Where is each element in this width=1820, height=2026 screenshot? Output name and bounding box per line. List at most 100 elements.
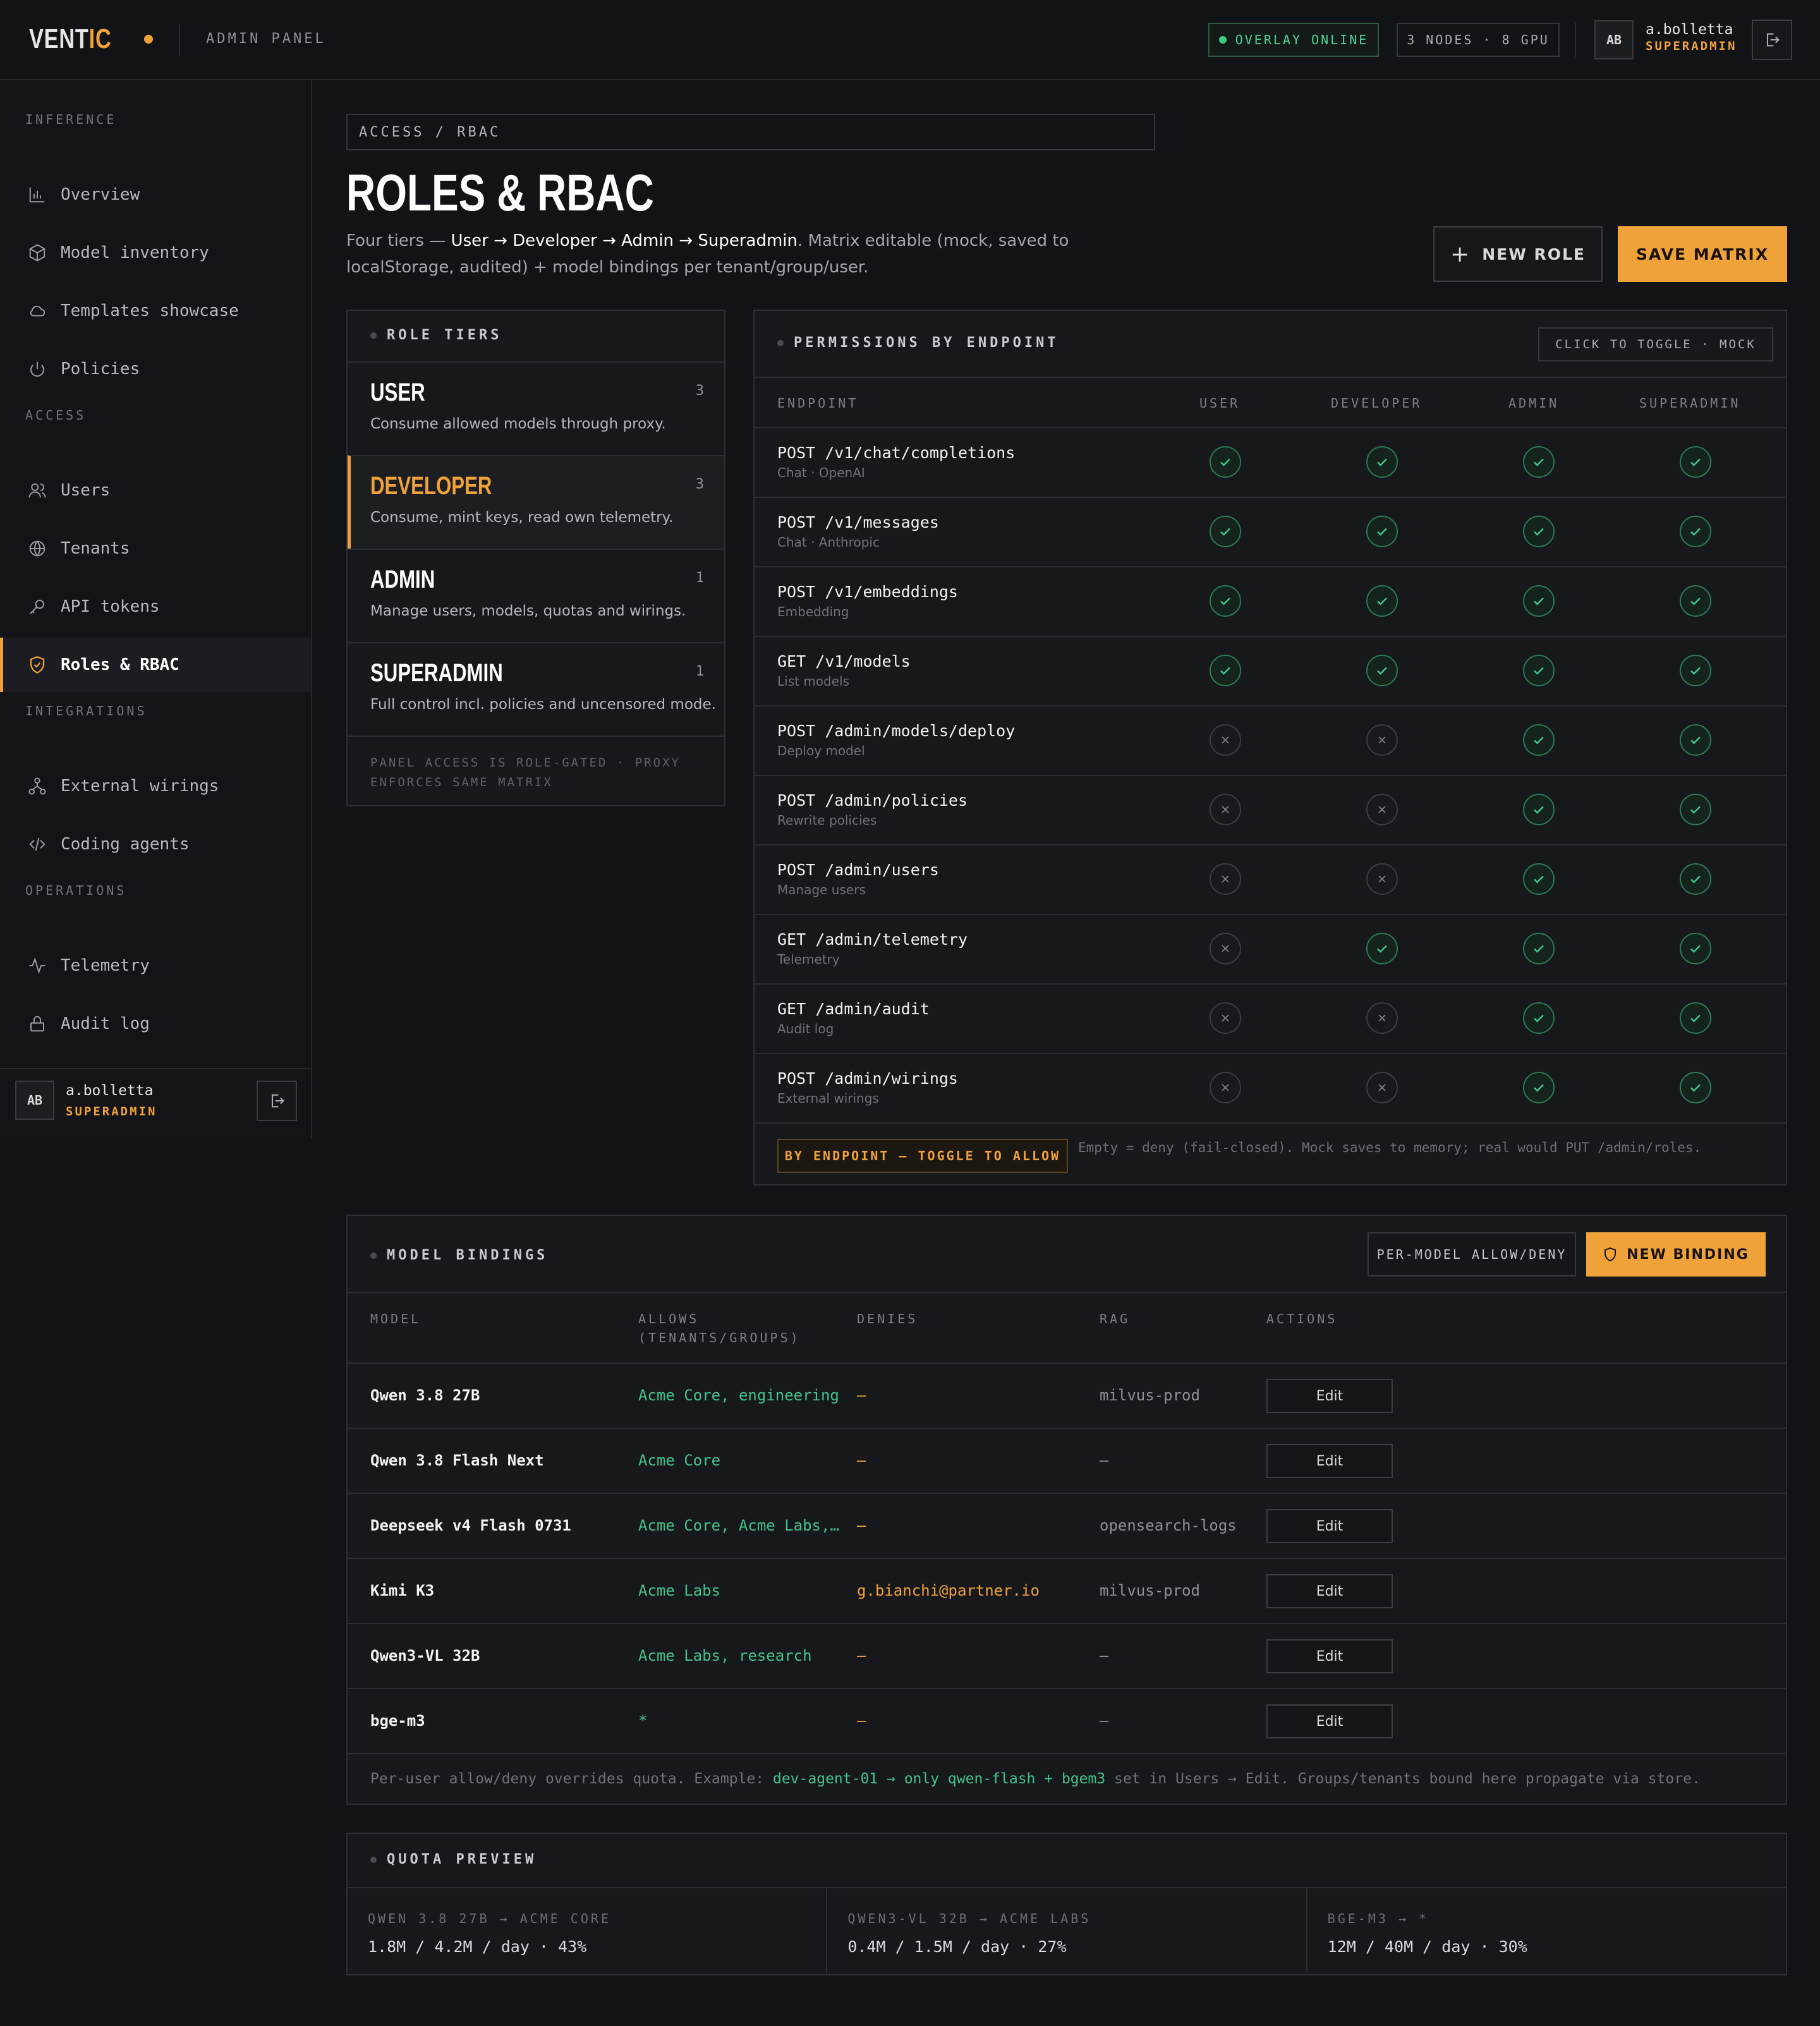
sidebar-item-model-inventory[interactable]: Model inventory: [0, 226, 311, 280]
quota-card: QWEN3-VL 32B → ACME LABS 0.4M / 1.5M / d…: [827, 1888, 1307, 1974]
save-matrix-button[interactable]: SAVE MATRIX: [1618, 226, 1787, 282]
sidebar-item-users[interactable]: Users: [0, 463, 311, 518]
page-description: Four tiers — User → Developer → Admin → …: [346, 231, 1069, 277]
new-role-button[interactable]: + NEW ROLE: [1433, 226, 1603, 282]
logout-icon: [1766, 33, 1780, 47]
tier-developer[interactable]: DEVELOPER 3 Consume, mint keys, read own…: [348, 455, 724, 549]
allow-toggle-check-icon[interactable]: [1210, 446, 1241, 478]
tier-count: 3: [695, 476, 704, 492]
allows-cell: Acme Core, Acme Labs, r…: [638, 1517, 840, 1534]
permission-row: POST /v1/chat/completions Chat · OpenAI: [755, 427, 1786, 497]
allow-toggle-check-icon[interactable]: [1680, 794, 1711, 825]
tier-user[interactable]: USER 3 Consume allowed models through pr…: [348, 361, 724, 455]
deny-toggle-x-icon[interactable]: [1366, 794, 1398, 825]
allow-toggle-check-icon[interactable]: [1523, 794, 1555, 825]
allow-toggle-check-icon[interactable]: [1523, 516, 1555, 547]
quota-value: 12M / 40M / day · 30%: [1327, 1938, 1527, 1956]
deny-toggle-x-icon[interactable]: [1366, 724, 1398, 756]
deny-toggle-x-icon[interactable]: [1366, 1002, 1398, 1034]
quota-label: BGE-M3 → *: [1327, 1911, 1429, 1926]
per-model-toggle[interactable]: PER-MODEL ALLOW/DENY: [1368, 1232, 1576, 1277]
permissions-footer: BY ENDPOINT — TOGGLE TO ALLOW Empty = de…: [755, 1122, 1786, 1184]
allow-toggle-check-icon[interactable]: [1680, 1072, 1711, 1103]
logout-button[interactable]: [257, 1081, 297, 1121]
sidebar-item-label: Policies: [61, 360, 140, 379]
column-header: MODEL: [370, 1311, 422, 1326]
sidebar-item-api-tokens[interactable]: API tokens: [0, 579, 311, 634]
logout-button[interactable]: [1752, 20, 1792, 60]
allow-toggle-check-icon[interactable]: [1680, 585, 1711, 617]
allow-toggle-check-icon[interactable]: [1523, 863, 1555, 895]
edit-button[interactable]: Edit: [1266, 1704, 1393, 1738]
allow-toggle-check-icon[interactable]: [1366, 933, 1398, 964]
sidebar-item-coding-agents[interactable]: Coding agents: [0, 817, 311, 871]
allow-toggle-check-icon[interactable]: [1210, 655, 1241, 686]
edit-button[interactable]: Edit: [1266, 1444, 1393, 1478]
allow-toggle-check-icon[interactable]: [1210, 516, 1241, 547]
allow-toggle-check-icon[interactable]: [1523, 446, 1555, 478]
deny-toggle-x-icon[interactable]: [1210, 933, 1241, 964]
endpoint-description: Audit log: [777, 1021, 834, 1036]
sidebar-item-policies[interactable]: Policies: [0, 342, 311, 396]
allow-toggle-check-icon[interactable]: [1523, 933, 1555, 964]
new-binding-label: NEW BINDING: [1627, 1246, 1749, 1263]
allow-toggle-check-icon[interactable]: [1680, 933, 1711, 964]
deny-toggle-x-icon[interactable]: [1210, 794, 1241, 825]
tier-admin[interactable]: ADMIN 1 Manage users, models, quotas and…: [348, 549, 724, 642]
allow-toggle-check-icon[interactable]: [1523, 585, 1555, 617]
edit-button[interactable]: Edit: [1266, 1574, 1393, 1608]
overlay-status-text: OVERLAY ONLINE: [1235, 32, 1369, 47]
avatar[interactable]: AB: [15, 1081, 54, 1120]
deny-toggle-x-icon[interactable]: [1366, 1072, 1398, 1103]
nodes-badge: 3 NODES · 8 GPU: [1397, 23, 1560, 57]
allow-toggle-check-icon[interactable]: [1366, 585, 1398, 617]
allow-toggle-check-icon[interactable]: [1366, 446, 1398, 478]
sidebar-item-audit-log[interactable]: Audit log: [0, 997, 311, 1051]
deny-toggle-x-icon[interactable]: [1210, 1002, 1241, 1034]
allow-toggle-check-icon[interactable]: [1210, 585, 1241, 617]
allow-toggle-check-icon[interactable]: [1366, 655, 1398, 686]
sidebar-item-telemetry[interactable]: Telemetry: [0, 938, 311, 993]
edit-button[interactable]: Edit: [1266, 1509, 1393, 1543]
tier-superadmin[interactable]: SUPERADMIN 1 Full control incl. policies…: [348, 642, 724, 736]
allow-toggle-check-icon[interactable]: [1680, 1002, 1711, 1034]
sidebar-item-overview[interactable]: Overview: [0, 167, 311, 222]
tier-name: SUPERADMIN: [370, 659, 503, 687]
deny-toggle-x-icon[interactable]: [1210, 724, 1241, 756]
avatar[interactable]: AB: [1594, 20, 1634, 59]
allow-toggle-check-icon[interactable]: [1680, 863, 1711, 895]
user-name: a.bolletta: [1646, 21, 1733, 38]
denies-cell: g.bianchi@partner.io: [857, 1582, 1040, 1599]
allow-toggle-check-icon[interactable]: [1680, 446, 1711, 478]
panel-title: PERMISSIONS BY ENDPOINT: [777, 335, 1059, 351]
allow-toggle-check-icon[interactable]: [1680, 516, 1711, 547]
sidebar-item-tenants[interactable]: Tenants: [0, 521, 311, 576]
users-icon: [28, 483, 46, 498]
edit-button[interactable]: Edit: [1266, 1639, 1393, 1673]
allow-toggle-check-icon[interactable]: [1680, 655, 1711, 686]
tier-description: Manage users, models, quotas and wirings…: [370, 603, 686, 619]
allow-toggle-check-icon[interactable]: [1523, 724, 1555, 756]
quota-grid: QWEN 3.8 27B → ACME CORE 1.8M / 4.2M / d…: [348, 1887, 1786, 1974]
edit-button[interactable]: Edit: [1266, 1379, 1393, 1413]
lock-icon: [30, 1016, 44, 1032]
sidebar-item-label: Tenants: [61, 539, 130, 558]
bullet-icon: [777, 339, 784, 346]
sidebar-section-integrations: INTEGRATIONS: [25, 703, 147, 719]
network-icon: [28, 777, 46, 795]
allow-toggle-check-icon[interactable]: [1523, 1072, 1555, 1103]
breadcrumb[interactable]: ACCESS / RBAC: [346, 114, 1155, 150]
allow-toggle-check-icon[interactable]: [1680, 724, 1711, 756]
deny-toggle-x-icon[interactable]: [1366, 863, 1398, 895]
sidebar-item-external-wirings[interactable]: External wirings: [0, 759, 311, 813]
tier-name: ADMIN: [370, 566, 435, 593]
deny-toggle-x-icon[interactable]: [1210, 863, 1241, 895]
allow-toggle-check-icon[interactable]: [1523, 655, 1555, 686]
deny-toggle-x-icon[interactable]: [1210, 1072, 1241, 1103]
sidebar-item-roles-rbac[interactable]: Roles & RBAC: [0, 638, 311, 692]
new-binding-button[interactable]: NEW BINDING: [1586, 1232, 1766, 1277]
allow-toggle-check-icon[interactable]: [1366, 516, 1398, 547]
sidebar-item-templates[interactable]: Templates showcase: [0, 284, 311, 338]
allow-toggle-check-icon[interactable]: [1523, 1002, 1555, 1034]
logo[interactable]: VENTIC: [29, 23, 135, 55]
